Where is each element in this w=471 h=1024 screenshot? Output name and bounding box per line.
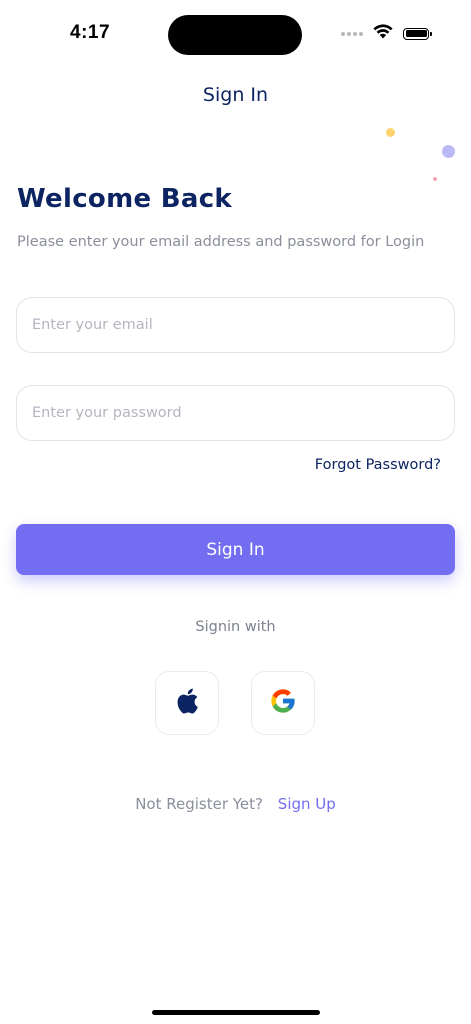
sign-in-button[interactable]: Sign In [16,524,455,575]
email-field[interactable] [16,297,455,353]
google-signin-button[interactable] [251,671,315,735]
dynamic-island [168,15,302,55]
apple-signin-button[interactable] [155,671,219,735]
sign-up-link[interactable]: Sign Up [278,795,336,813]
login-subtitle: Please enter your email address and pass… [17,234,425,250]
decorative-dot [433,177,437,181]
status-time: 4:17 [70,22,111,43]
wifi-icon [373,24,393,43]
cellular-signal-icon [341,31,363,36]
email-input[interactable] [30,316,454,334]
forgot-password-link[interactable]: Forgot Password? [315,457,441,473]
signin-with-label: Signin with [195,619,276,635]
google-icon [269,687,297,719]
status-bar: 4:17 [0,0,471,70]
decorative-dot [442,145,455,158]
register-row: Not Register Yet? Sign Up [0,795,471,813]
home-indicator[interactable] [152,1010,320,1015]
password-field[interactable] [16,385,455,441]
register-prompt: Not Register Yet? [135,795,264,813]
password-input[interactable] [30,404,454,422]
status-icons [341,24,432,43]
decorative-dot [386,128,395,137]
page-title: Sign In [202,84,269,106]
apple-icon [175,687,199,719]
battery-icon [403,27,432,40]
welcome-heading: Welcome Back [17,184,233,214]
